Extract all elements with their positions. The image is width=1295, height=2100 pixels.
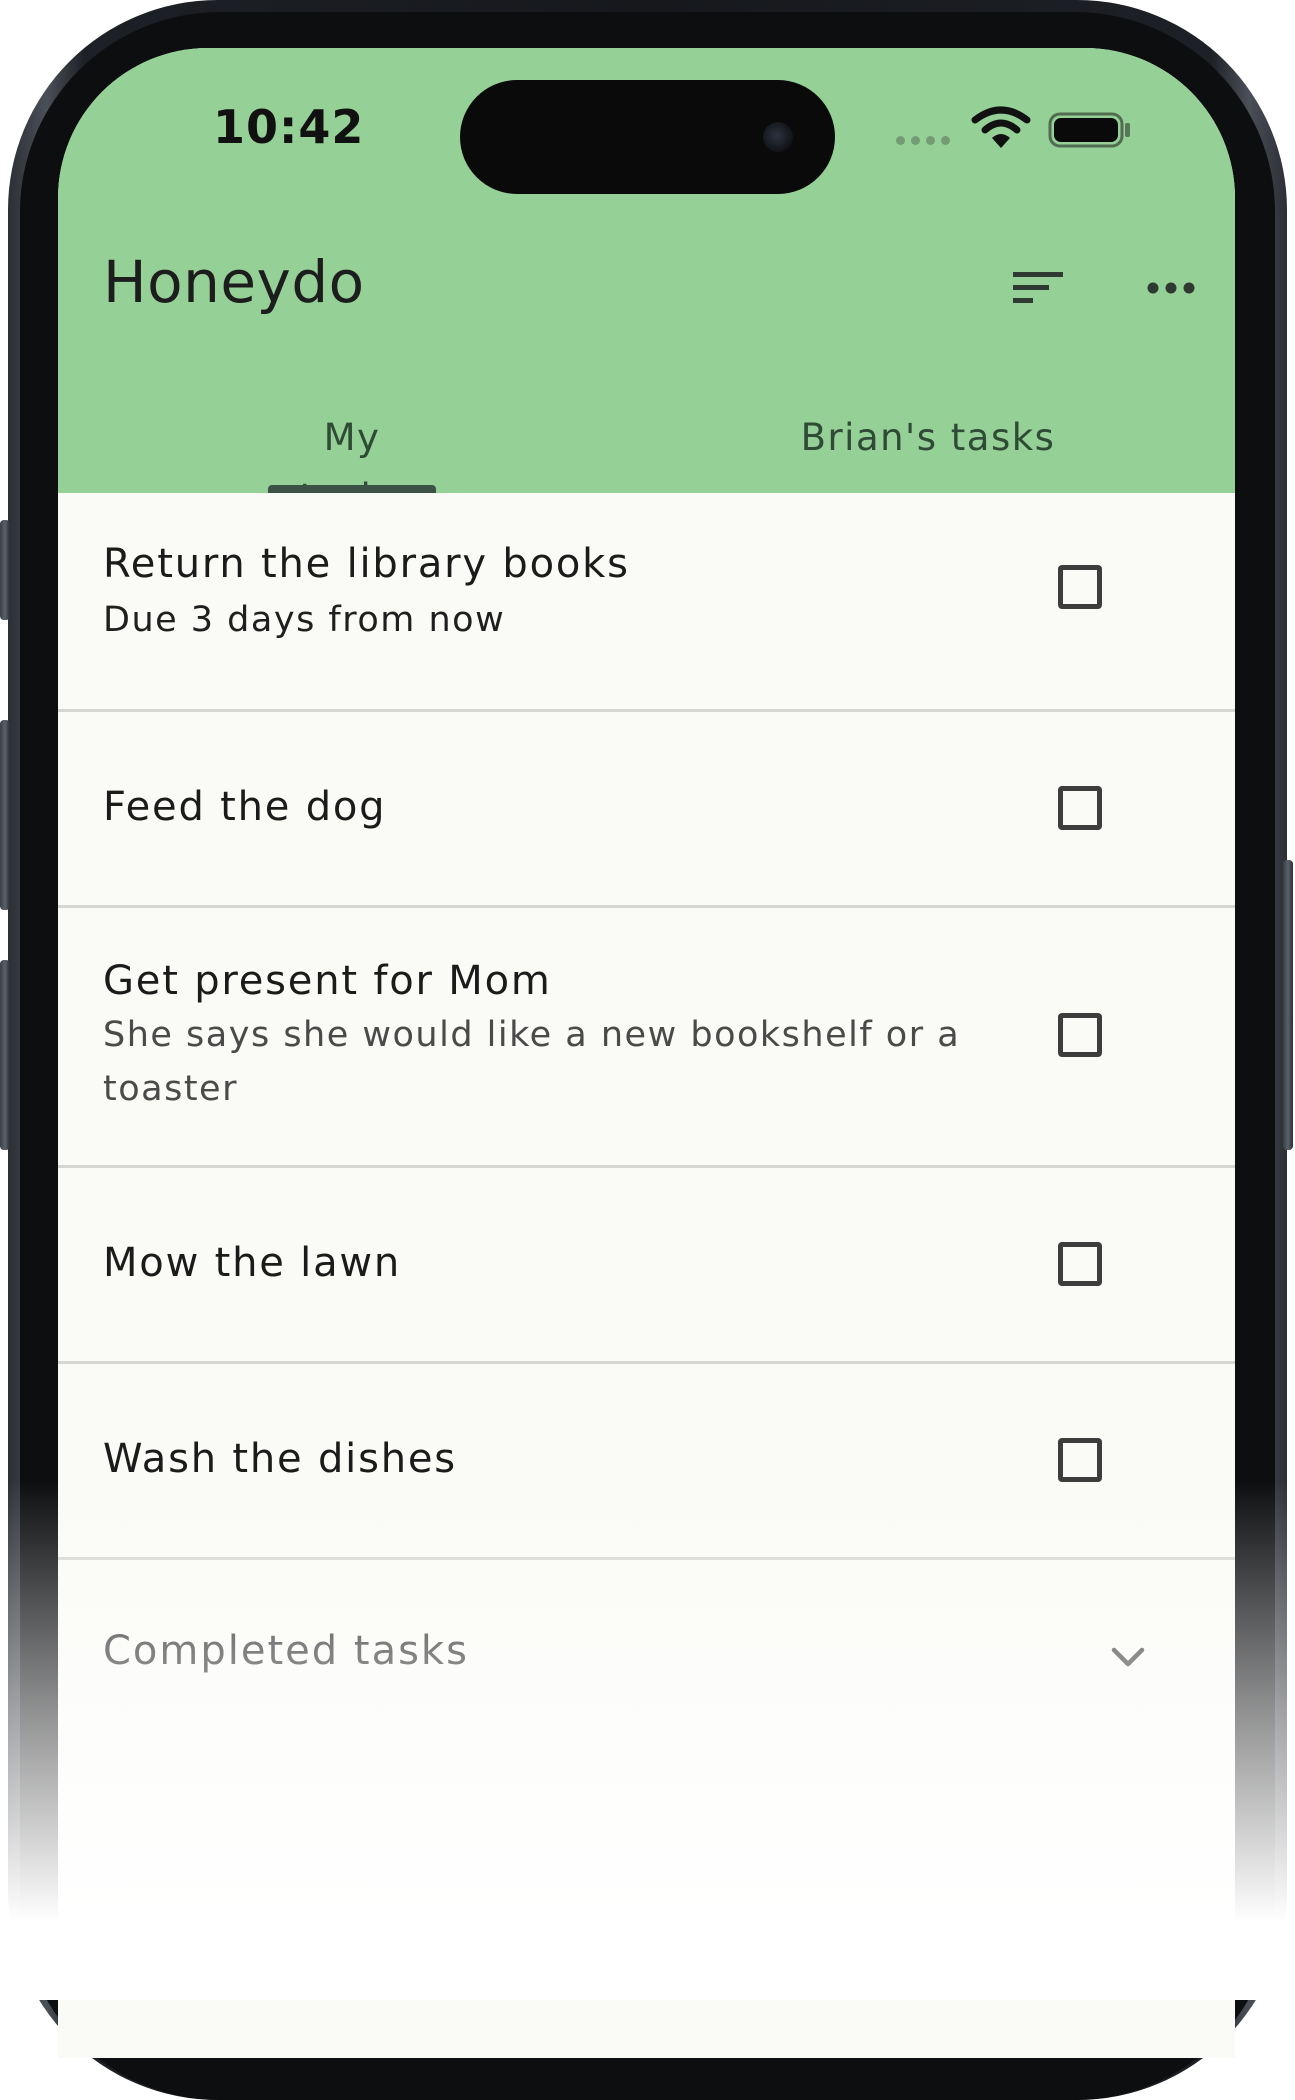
task-list: Return the library books Due 3 days from… [58, 493, 1235, 1760]
task-checkbox[interactable] [1058, 786, 1102, 830]
task-title: Get present for Mom [103, 958, 552, 1004]
task-title: Feed the dog [103, 784, 387, 830]
task-item[interactable]: Mow the lawn [58, 1168, 1235, 1364]
status-time: 10:42 [213, 100, 365, 154]
task-item[interactable]: Feed the dog [58, 712, 1235, 908]
task-item[interactable]: Wash the dishes [58, 1364, 1235, 1560]
power-button [1283, 860, 1293, 1150]
dynamic-island [460, 80, 835, 194]
tab-brians-tasks[interactable]: Brian's tasks [798, 408, 1058, 493]
tab-bar: My tasks Brian's tasks [58, 408, 1235, 519]
app-screen: 10:42 Honeydo My Brian's tasks Return th… [58, 48, 1235, 2058]
front-camera [763, 122, 793, 152]
more-options-button[interactable] [1136, 253, 1206, 323]
app-title: Honeydo [103, 248, 365, 316]
completed-tasks-label: Completed tasks [103, 1628, 469, 1674]
task-title: Wash the dishes [103, 1436, 457, 1482]
completed-tasks-toggle[interactable]: Completed tasks [58, 1560, 1235, 1760]
task-checkbox[interactable] [1058, 1013, 1102, 1057]
task-checkbox[interactable] [1058, 1438, 1102, 1482]
tab-selected-indicator [268, 485, 436, 493]
more-horizontal-icon [1147, 282, 1195, 294]
app-bar: 10:42 Honeydo My Brian's tasks [58, 48, 1235, 519]
task-item[interactable]: Get present for Mom She says she would l… [58, 908, 1235, 1168]
task-title: Mow the lawn [103, 1240, 402, 1286]
sort-icon [1013, 272, 1063, 303]
tab-my-tasks[interactable]: My tasks [268, 408, 436, 519]
task-checkbox[interactable] [1058, 565, 1102, 609]
signal-dots-icon [896, 136, 950, 145]
action-button [0, 520, 10, 620]
task-item[interactable]: Return the library books Due 3 days from… [58, 493, 1235, 712]
task-subtitle: She says she would like a new bookshelf … [103, 1015, 961, 1109]
battery-icon [1048, 112, 1130, 148]
task-subtitle: Due 3 days from now [103, 600, 506, 640]
chevron-down-icon [1111, 1647, 1145, 1667]
volume-up-button [0, 720, 10, 910]
sort-button[interactable] [1003, 253, 1073, 323]
task-title: Return the library books [103, 541, 630, 587]
volume-down-button [0, 960, 10, 1150]
task-checkbox[interactable] [1058, 1242, 1102, 1286]
wifi-icon [971, 106, 1031, 148]
